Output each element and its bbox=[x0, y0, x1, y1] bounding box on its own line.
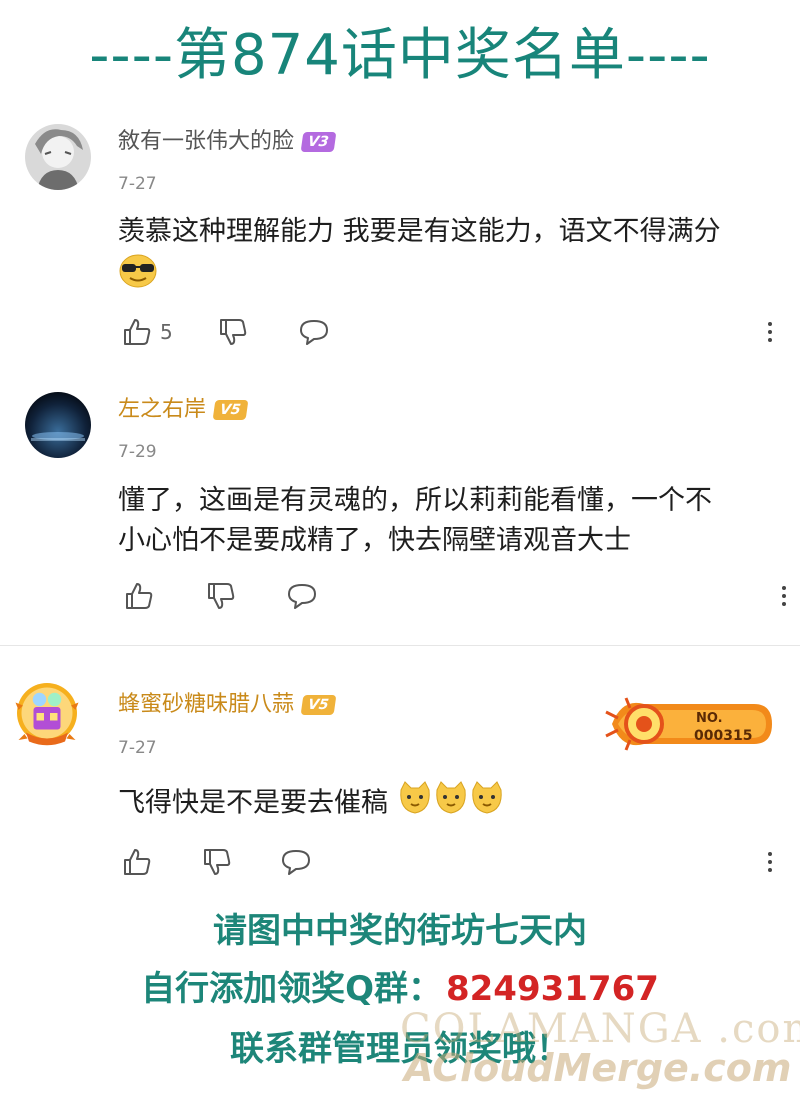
watermark-text: ACloudMerge.com bbox=[404, 1046, 792, 1090]
avatar[interactable] bbox=[25, 392, 91, 458]
comment-date: 7-29 bbox=[118, 442, 157, 462]
username[interactable]: 蜂蜜砂糖味腊八蒜 V5 bbox=[118, 690, 336, 720]
reply-button[interactable] bbox=[280, 842, 312, 882]
comment-date: 7-27 bbox=[118, 174, 157, 194]
thumbs-down-icon bbox=[202, 847, 232, 877]
cat-emoji bbox=[433, 780, 469, 828]
username-text: 敘有一张伟大的脸 bbox=[118, 129, 295, 154]
username-text: 蜂蜜砂糖味腊八蒜 bbox=[118, 692, 295, 717]
comment-bubble-icon bbox=[286, 581, 318, 611]
fan-medal: NO. 000315 bbox=[604, 692, 776, 756]
thumbs-up-icon bbox=[124, 581, 154, 611]
avatar[interactable] bbox=[25, 124, 91, 190]
username-text: 左之右岸 bbox=[118, 397, 207, 422]
comment-actions bbox=[118, 576, 798, 616]
comment-text-line: 小心怕不是要成精了，快去隔壁请观音大士 bbox=[118, 525, 631, 556]
like-button[interactable] bbox=[122, 842, 152, 882]
comment-bubble-icon bbox=[280, 847, 312, 877]
comment-text-body: 羡慕这种理解能力 我要是有这能力，语文不得满分 bbox=[118, 216, 721, 247]
more-options-button[interactable] bbox=[758, 842, 782, 882]
avatar[interactable] bbox=[14, 680, 102, 768]
username[interactable]: 敘有一张伟大的脸 V3 bbox=[118, 127, 336, 157]
like-button[interactable]: 5 bbox=[122, 312, 173, 352]
comment-text: 懂了，这画是有灵魂的，所以莉莉能看懂，一个不 小心怕不是要成精了，快去隔壁请观音… bbox=[118, 481, 778, 561]
reply-button[interactable] bbox=[286, 576, 318, 616]
reply-button[interactable] bbox=[298, 312, 330, 352]
footer-line-1: 请图中中奖的街坊七天内 bbox=[213, 911, 587, 951]
cat-emoji bbox=[469, 780, 505, 828]
divider bbox=[0, 645, 800, 646]
comment-date: 7-27 bbox=[118, 738, 157, 758]
page-title: ----第874话中奖名单---- bbox=[89, 23, 711, 88]
thumbs-up-icon bbox=[122, 847, 152, 877]
thumbs-down-icon bbox=[206, 581, 236, 611]
qq-group-number: 824931767 bbox=[445, 969, 659, 1009]
username[interactable]: 左之右岸 V5 bbox=[118, 395, 248, 425]
comment-text: 羡慕这种理解能力 我要是有这能力，语文不得满分 bbox=[118, 212, 778, 300]
vip-badge: V5 bbox=[300, 695, 336, 715]
comment-text-body: 飞得快是不是要去催稿 bbox=[118, 787, 388, 819]
more-options-button[interactable] bbox=[758, 312, 782, 352]
vip-badge: V3 bbox=[300, 132, 336, 152]
thumbs-up-icon bbox=[122, 317, 152, 347]
dislike-button[interactable] bbox=[202, 842, 232, 882]
like-count: 5 bbox=[160, 320, 173, 344]
medal-label-number: 000315 bbox=[694, 728, 752, 744]
footer-line-2-prefix: 自行添加领奖Q群： bbox=[141, 969, 442, 1009]
dislike-button[interactable] bbox=[206, 576, 236, 616]
comment-bubble-icon bbox=[298, 317, 330, 347]
thumbs-down-icon bbox=[218, 317, 248, 347]
comment-text-line: 懂了，这画是有灵魂的，所以莉莉能看懂，一个不 bbox=[118, 485, 712, 516]
sunglasses-emoji bbox=[118, 252, 158, 300]
comment-text: 飞得快是不是要去催稿 bbox=[118, 780, 778, 828]
medal-label-top: NO. bbox=[696, 711, 723, 726]
like-button[interactable] bbox=[124, 576, 154, 616]
comment-actions bbox=[118, 842, 798, 882]
dislike-button[interactable] bbox=[218, 312, 248, 352]
cat-emoji bbox=[397, 780, 433, 828]
comment-actions: 5 bbox=[118, 312, 798, 352]
vip-badge: V5 bbox=[212, 400, 248, 420]
more-options-button[interactable] bbox=[772, 576, 796, 616]
